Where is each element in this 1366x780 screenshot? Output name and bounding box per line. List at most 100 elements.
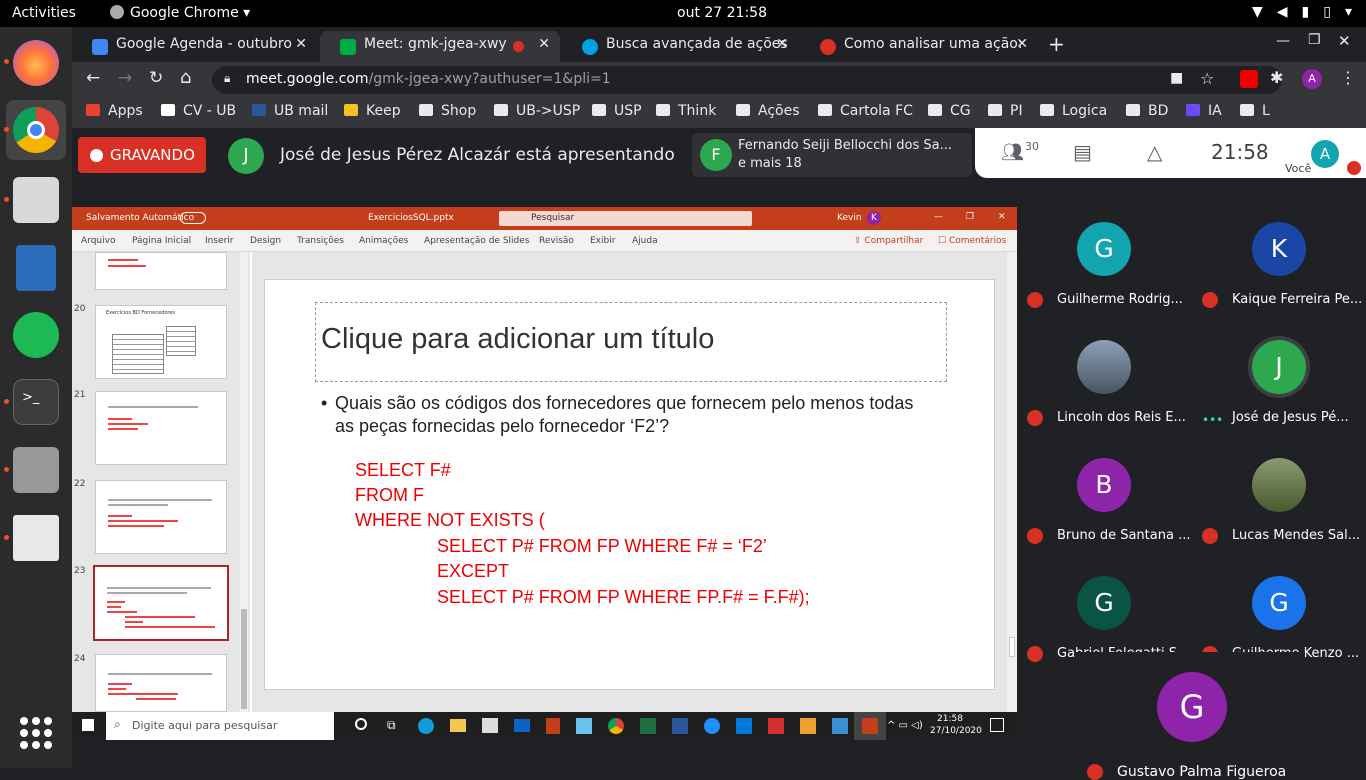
close-tab-icon[interactable]: ✕ <box>295 36 307 52</box>
share-button[interactable]: ⇪ Compartilhar <box>854 236 923 246</box>
participant-tile[interactable]: B Bruno de Santana ... <box>1017 444 1192 562</box>
home-button[interactable]: ⌂ <box>180 67 191 88</box>
slide-thumbnail[interactable] <box>95 480 227 554</box>
menu-transicoes[interactable]: Transições <box>297 236 344 246</box>
menu-arquivo[interactable]: Arquivo <box>81 236 115 246</box>
ppt-minimize-button[interactable]: — <box>934 212 943 222</box>
participant-tile[interactable]: K Kaique Ferreira Pe... <box>1192 208 1366 326</box>
bookmark-think[interactable]: Think <box>656 103 716 119</box>
tab-google-agenda[interactable]: Google Agenda - outubro ✕ <box>72 31 317 62</box>
activities-button[interactable]: Activities <box>12 5 76 21</box>
new-tab-button[interactable]: + <box>1048 32 1065 56</box>
maximize-window-button[interactable]: ❐ <box>1308 32 1321 48</box>
bookmark-shop[interactable]: Shop <box>419 103 476 119</box>
chrome-icon[interactable] <box>13 107 59 153</box>
activities-icon[interactable]: △ <box>1147 140 1162 164</box>
app-icon[interactable] <box>800 718 816 734</box>
close-tab-icon[interactable]: ✕ <box>776 36 788 52</box>
forward-button[interactable]: → <box>118 68 132 88</box>
comments-button[interactable]: ☐ Comentários <box>938 236 1006 246</box>
windows-search-box[interactable]: ⌕ Digite aqui para pesquisar <box>106 712 334 740</box>
slide-question-text[interactable]: • Quais são os códigos dos fornecedores … <box>321 392 921 438</box>
profile-avatar[interactable]: A <box>1302 69 1322 89</box>
mail-icon[interactable] <box>514 719 530 732</box>
bookmark-pi[interactable]: PI <box>988 103 1023 119</box>
show-apps-icon[interactable] <box>20 717 52 749</box>
spotify-icon[interactable] <box>13 312 59 358</box>
minimize-window-button[interactable]: — <box>1276 33 1290 49</box>
back-button[interactable]: ← <box>86 68 100 88</box>
slide-title-placeholder[interactable]: Clique para adicionar um título <box>315 302 947 382</box>
screenshot-icon[interactable] <box>13 447 59 493</box>
camera-icon[interactable]: ■ <box>1170 70 1183 86</box>
self-avatar[interactable]: A <box>1311 140 1339 168</box>
cortana-icon[interactable] <box>355 718 367 730</box>
slide-thumbnail-selected[interactable] <box>93 565 229 641</box>
document-viewer-icon[interactable] <box>13 515 59 561</box>
menu-design[interactable]: Design <box>250 236 281 246</box>
tab-como-analisar[interactable]: Como analisar uma ação: ✕ <box>800 31 1038 62</box>
participant-tile-large[interactable]: G Gustavo Palma Figueroa <box>1075 652 1305 780</box>
skype-icon[interactable] <box>736 718 752 734</box>
tab-meet[interactable]: Meet: gmk-jgea-xwy ✕ <box>320 31 560 62</box>
close-window-button[interactable]: ✕ <box>1338 32 1351 50</box>
ppt-maximize-button[interactable]: ❐ <box>966 212 974 222</box>
acrobat-icon[interactable] <box>768 718 784 734</box>
bookmark-acoes[interactable]: Ações <box>736 103 800 119</box>
bookmark-ia[interactable]: IA <box>1186 103 1222 119</box>
excel-icon[interactable] <box>640 718 656 734</box>
bookmark-usp[interactable]: USP <box>592 103 642 119</box>
menu-animacoes[interactable]: Animações <box>359 236 408 246</box>
bookmark-apps[interactable]: Apps <box>86 103 143 119</box>
firefox-icon[interactable] <box>13 40 59 86</box>
close-tab-icon[interactable]: ✕ <box>1016 36 1028 52</box>
other-presenter-chip[interactable]: F Fernando Seiji Bellocchi dos Sa... e m… <box>692 133 972 177</box>
notifications-icon[interactable] <box>990 718 1004 732</box>
word-icon[interactable] <box>672 718 688 734</box>
chat-icon[interactable]: ▤ <box>1073 140 1092 164</box>
slide-thumbnail[interactable] <box>95 654 227 712</box>
menu-pagina-inicial[interactable]: Página Inicial <box>132 236 191 246</box>
powerpoint-taskbar-button[interactable] <box>854 712 886 740</box>
bookmark-bd[interactable]: BD <box>1126 103 1168 119</box>
tray-icons[interactable]: ^ ▭ ◁) <box>887 720 923 731</box>
edge-icon[interactable] <box>418 718 434 734</box>
url-field[interactable]: 🔒︎ meet.google.com/gmk-jgea-xwy?authuser… <box>212 66 1282 94</box>
chrome-icon[interactable] <box>608 718 624 734</box>
menu-ajuda[interactable]: Ajuda <box>632 236 658 246</box>
libreoffice-writer-icon[interactable] <box>16 245 56 291</box>
terminal-icon[interactable]: >_ <box>13 379 59 425</box>
app-menu[interactable]: Google Chrome ▾ <box>110 5 250 21</box>
photos-icon[interactable] <box>832 718 848 734</box>
app-icon[interactable] <box>576 718 592 734</box>
menu-exibir[interactable]: Exibir <box>590 236 615 246</box>
participant-tile[interactable]: J ••• José de Jesus Pé... <box>1192 326 1366 444</box>
people-icon[interactable]: 👥︎ <box>1001 142 1024 163</box>
slide-canvas[interactable]: Clique para adicionar um título • Quais … <box>264 279 995 690</box>
task-view-icon[interactable]: ⧉ <box>387 718 396 733</box>
files-icon[interactable] <box>13 177 59 223</box>
bookmark-ub-usp[interactable]: UB->USP <box>494 103 580 119</box>
participant-tile[interactable]: G Guilherme Rodrig... <box>1017 208 1192 326</box>
extension-icon[interactable] <box>1240 70 1258 88</box>
bookmark-keep[interactable]: Keep <box>344 103 401 119</box>
store-icon[interactable] <box>482 718 498 733</box>
bookmark-ub-mail[interactable]: UB mail <box>252 103 328 119</box>
slide-scrollbar[interactable] <box>1007 252 1017 712</box>
bookmark-cartola[interactable]: Cartola FC <box>818 103 913 119</box>
bookmark-logica[interactable]: Logica <box>1040 103 1107 119</box>
windows-start-icon[interactable] <box>82 719 94 731</box>
tab-busca-avancada[interactable]: Busca avançada de ações ✕ <box>562 31 798 62</box>
menu-revisao[interactable]: Revisão <box>539 236 574 246</box>
participant-tile[interactable]: Lincoln dos Reis E... <box>1017 326 1192 444</box>
slide-thumbnail[interactable] <box>95 391 227 465</box>
autosave-toggle[interactable] <box>180 212 206 224</box>
menu-inserir[interactable]: Inserir <box>205 236 234 246</box>
reload-button[interactable]: ↻ <box>149 68 163 88</box>
slide-thumbnail[interactable]: Exercícios BD Fornecedores <box>95 305 227 379</box>
thumbnails-scrollbar[interactable] <box>240 252 248 712</box>
ppt-close-button[interactable]: ✕ <box>998 212 1006 222</box>
ppt-search-box[interactable]: Pesquisar <box>499 211 752 226</box>
system-tray[interactable]: ▼ ◀ ▮ ▯ ▾ <box>1252 4 1352 20</box>
bookmark-cg[interactable]: CG <box>928 103 971 119</box>
